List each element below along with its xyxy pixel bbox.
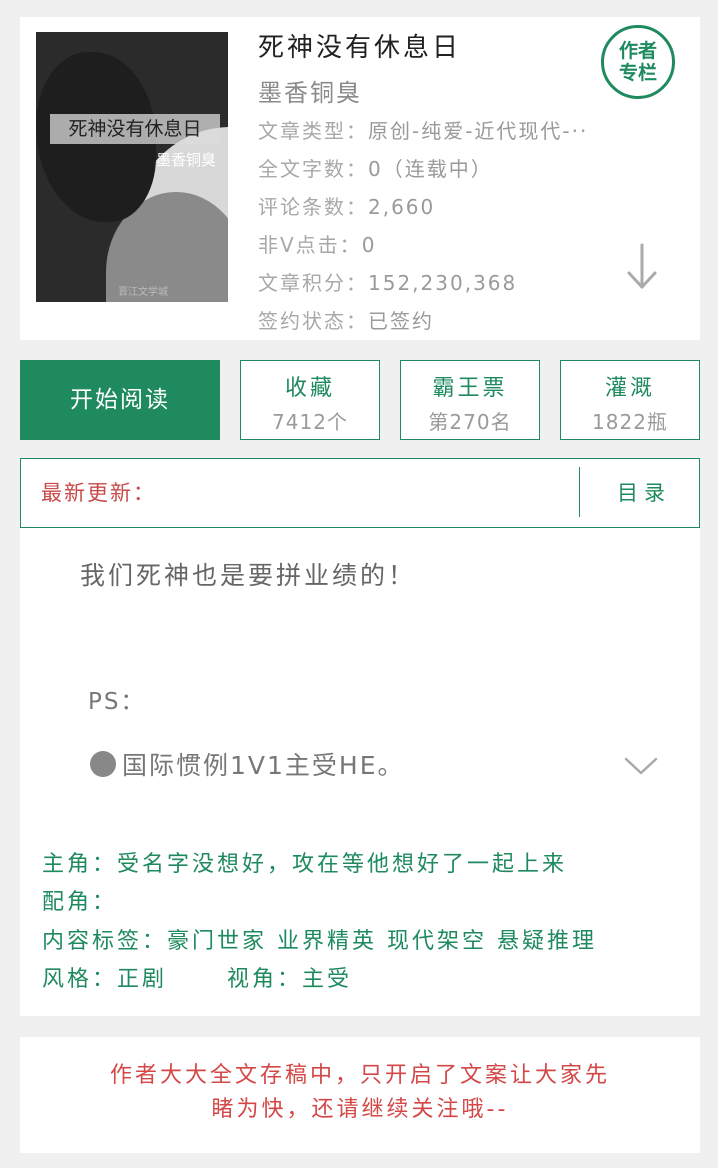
meta-contract: 签约状态：已签约 xyxy=(258,305,434,334)
notice-text: 作者大大全文存稿中，只开启了文案让大家先 睹为快，还请继续关注哦-- xyxy=(20,1059,700,1127)
meta-key: 评论条数： xyxy=(258,195,368,219)
description-bullet: 国际惯例1V1主受HE。 xyxy=(90,746,405,782)
overlord-rank: 第270名 xyxy=(428,410,512,434)
description-card: 我们死神也是要拼业绩的！ PS： 国际惯例1V1主受HE。 主角：受名字没想好，… xyxy=(20,528,700,1016)
main-roles: 主角：受名字没想好，攻在等他想好了一起上来 xyxy=(42,852,568,877)
meta-clicks: 非V点击：0 xyxy=(258,229,376,258)
irrigate-button[interactable]: 灌溉 1822瓶 xyxy=(560,360,700,440)
cover-title: 死神没有休息日 xyxy=(50,114,220,144)
meta-score: 文章积分：152,230,368 xyxy=(258,267,517,296)
supporting-roles: 配角： xyxy=(42,890,118,915)
meta-value: 原创-纯爱-近代现代-·· xyxy=(368,119,589,143)
book-info-card: 死神没有休息日 墨香铜臭 晋江文学城 死神没有休息日 墨香铜臭 文章类型：原创-… xyxy=(20,17,700,340)
author-badge-line: 作者 xyxy=(618,40,657,62)
author-column-button[interactable]: 作者 专栏 xyxy=(601,25,675,99)
latest-update-bar: 最新更新： 目录 xyxy=(20,458,700,528)
notice-line: 作者大大全文存稿中，只开启了文案让大家先 xyxy=(109,1063,610,1088)
meta-key: 签约状态： xyxy=(258,309,368,333)
meta-value: 已签约 xyxy=(368,309,434,333)
meta-value: 0（连载中） xyxy=(368,157,493,181)
bullet-icon xyxy=(90,751,116,777)
favorite-label: 收藏 xyxy=(284,376,335,401)
overlord-label: 霸王票 xyxy=(432,376,508,401)
meta-value: 0 xyxy=(361,233,377,257)
meta-word-count: 全文字数：0（连载中） xyxy=(258,153,493,182)
notice-card: 作者大大全文存稿中，只开启了文案让大家先 睹为快，还请继续关注哦-- xyxy=(20,1037,700,1153)
chevron-down-icon[interactable] xyxy=(624,756,658,776)
irrigate-count: 1822瓶 xyxy=(592,410,668,434)
divider xyxy=(579,467,580,517)
table-of-contents-button[interactable]: 目录 xyxy=(617,477,671,507)
notice-line: 睹为快，还请继续关注哦-- xyxy=(211,1097,509,1122)
author-badge-line: 专栏 xyxy=(618,62,657,84)
meta-value: 2,660 xyxy=(368,195,436,219)
meta-key: 非V点击： xyxy=(258,233,362,257)
book-cover[interactable]: 死神没有休息日 墨香铜臭 晋江文学城 xyxy=(36,32,228,302)
book-title: 死神没有休息日 xyxy=(258,33,462,63)
favorite-count: 7412个 xyxy=(272,410,348,434)
meta-key: 文章类型： xyxy=(258,119,368,143)
irrigate-label: 灌溉 xyxy=(604,376,655,401)
style-perspective: 风格：正剧 视角：主受 xyxy=(42,967,352,992)
cover-publisher: 晋江文学城 xyxy=(118,287,168,298)
latest-update-link[interactable]: 最新更新： xyxy=(41,477,156,507)
arrow-down-icon[interactable] xyxy=(624,239,660,295)
meta-comments: 评论条数：2,660 xyxy=(258,191,435,220)
start-reading-button[interactable]: 开始阅读 xyxy=(20,360,220,440)
description-text: 我们死神也是要拼业绩的！ xyxy=(80,561,417,590)
meta-key: 文章积分： xyxy=(258,271,368,295)
meta-key: 全文字数： xyxy=(258,157,368,181)
overlord-ticket-button[interactable]: 霸王票 第270名 xyxy=(400,360,540,440)
content-tags: 内容标签：豪门世家 业界精英 现代架空 悬疑推理 xyxy=(42,929,597,954)
book-author[interactable]: 墨香铜臭 xyxy=(258,73,362,108)
meta-value: 152,230,368 xyxy=(368,271,518,295)
cover-author: 墨香铜臭 xyxy=(155,151,216,169)
description-bullet-text: 国际惯例1V1主受HE。 xyxy=(122,751,405,780)
favorite-button[interactable]: 收藏 7412个 xyxy=(240,360,380,440)
description-ps: PS： xyxy=(88,689,146,715)
meta-genre: 文章类型：原创-纯爱-近代现代-·· xyxy=(258,115,588,144)
